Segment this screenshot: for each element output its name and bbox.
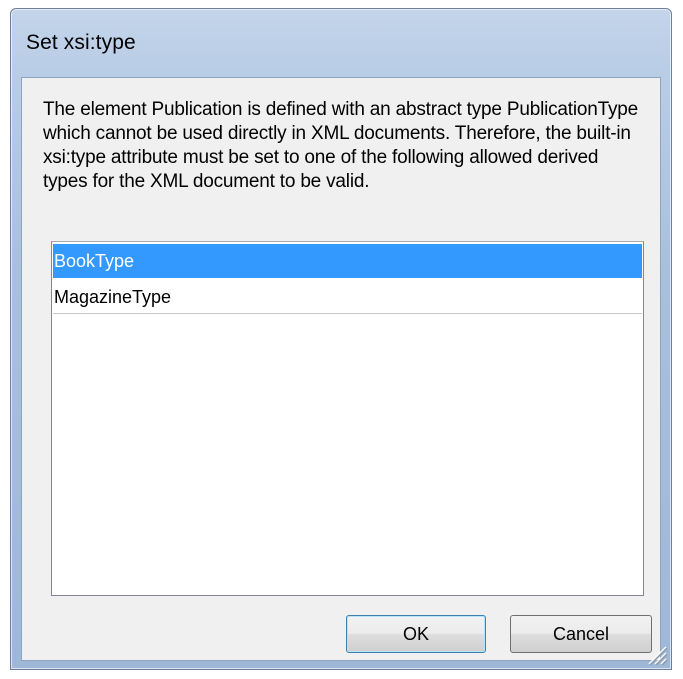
description-text: The element Publication is defined with … [43, 99, 639, 192]
dialog-client-area: The element Publication is defined with … [21, 77, 661, 661]
title-bar[interactable]: Set xsi:type [11, 9, 671, 73]
size-grip-icon[interactable] [644, 642, 668, 666]
set-xsi-type-dialog: Set xsi:type The element Publication is … [10, 8, 672, 670]
dialog-title: Set xsi:type [26, 31, 136, 54]
ok-button[interactable]: OK [346, 615, 486, 653]
cancel-button[interactable]: Cancel [510, 615, 652, 653]
derived-types-listbox[interactable]: BookType MagazineType [51, 241, 644, 596]
list-item-magazinetype[interactable]: MagazineType [53, 280, 642, 314]
list-item-booktype[interactable]: BookType [53, 244, 642, 278]
